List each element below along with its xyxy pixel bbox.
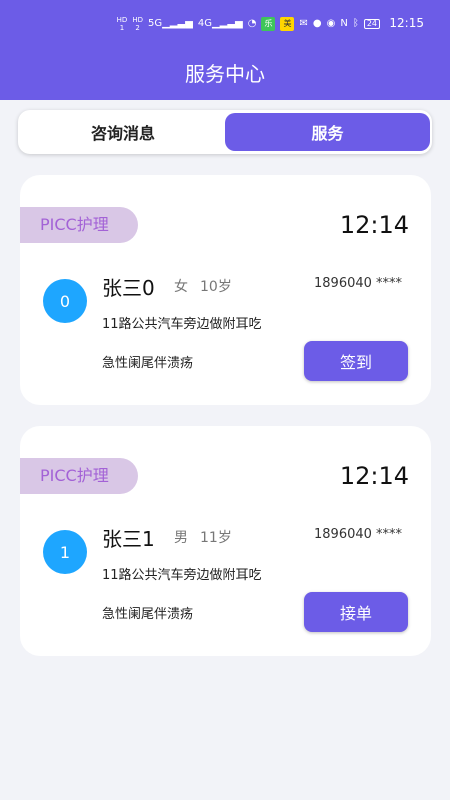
order-time: 12:14 (339, 462, 409, 490)
avatar: 0 (43, 279, 87, 323)
tab-bar: 咨询消息 服务 (18, 110, 432, 154)
order-card[interactable]: PICC护理 12:14 1 张三1 男 11岁 1896040 **** 11… (20, 426, 431, 656)
tab-service[interactable]: 服务 (225, 113, 430, 151)
patient-sex: 男 (174, 530, 188, 546)
hd2-icon: HD 2 (132, 16, 143, 32)
app-badge-green-icon: 乐 (261, 17, 276, 31)
nfc-icon: N (340, 18, 348, 29)
page-title: 服务中心 (185, 62, 265, 86)
header: HD 1 HD 2 5G▁▂▃▅ 4G▁▂▃▅ ◔ 乐 美 ✉ ● ◉ N ᛒ 24… (0, 0, 450, 100)
patient-age: 10岁 (200, 279, 232, 295)
hd1-label: HD (116, 16, 128, 24)
check-in-button[interactable]: 签到 (304, 341, 408, 381)
status-bar: HD 1 HD 2 5G▁▂▃▅ 4G▁▂▃▅ ◔ 乐 美 ✉ ● ◉ N ᛒ 24… (0, 0, 450, 50)
hd1-number: 1 (119, 24, 125, 32)
patient-diagnosis: 急性阑尾伴溃疡 (102, 356, 194, 371)
service-tag: PICC护理 (20, 458, 138, 494)
eye-icon: ◉ (326, 18, 336, 29)
order-card[interactable]: PICC护理 12:14 0 张三0 女 10岁 1896040 **** 11… (20, 175, 431, 405)
patient-phone: 1896040 **** (314, 527, 403, 542)
patient-name: 张三1 (102, 527, 155, 551)
patient-sex: 女 (174, 279, 188, 295)
signal-4g-icon: 4G▁▂▃▅ (197, 18, 243, 29)
patient-address: 11路公共汽车旁边做附耳吃 (102, 568, 262, 583)
patient-age: 11岁 (200, 530, 232, 546)
battery-icon: 24 (363, 19, 380, 29)
bluetooth-icon: ᛒ (352, 18, 359, 29)
accept-order-button[interactable]: 接单 (304, 592, 408, 632)
order-time: 12:14 (339, 211, 409, 239)
status-clock: 12:15 (389, 16, 424, 30)
hd2-number: 2 (135, 24, 140, 32)
patient-address: 11路公共汽车旁边做附耳吃 (102, 317, 262, 332)
tab-consult-messages[interactable]: 咨询消息 (21, 113, 225, 151)
patient-phone: 1896040 **** (314, 276, 403, 291)
app-root: HD 1 HD 2 5G▁▂▃▅ 4G▁▂▃▅ ◔ 乐 美 ✉ ● ◉ N ᛒ 24… (0, 0, 450, 800)
patient-diagnosis: 急性阑尾伴溃疡 (102, 607, 194, 622)
wechat-icon: ✉ (299, 18, 308, 29)
patient-name: 张三0 (102, 276, 155, 300)
hd1-icon: HD 1 (117, 16, 128, 32)
app-badge-yellow-icon: 美 (280, 17, 295, 31)
status-icons: HD 1 HD 2 5G▁▂▃▅ 4G▁▂▃▅ ◔ 乐 美 ✉ ● ◉ N ᛒ 24 (117, 14, 380, 34)
hd2-label: HD (132, 16, 143, 24)
wifi-icon: ◔ (247, 18, 257, 29)
signal-5g-icon: 5G▁▂▃▅ (147, 18, 193, 29)
avatar: 1 (43, 530, 87, 574)
chat-bubble-icon: ● (312, 18, 322, 29)
service-tag: PICC护理 (20, 207, 138, 243)
